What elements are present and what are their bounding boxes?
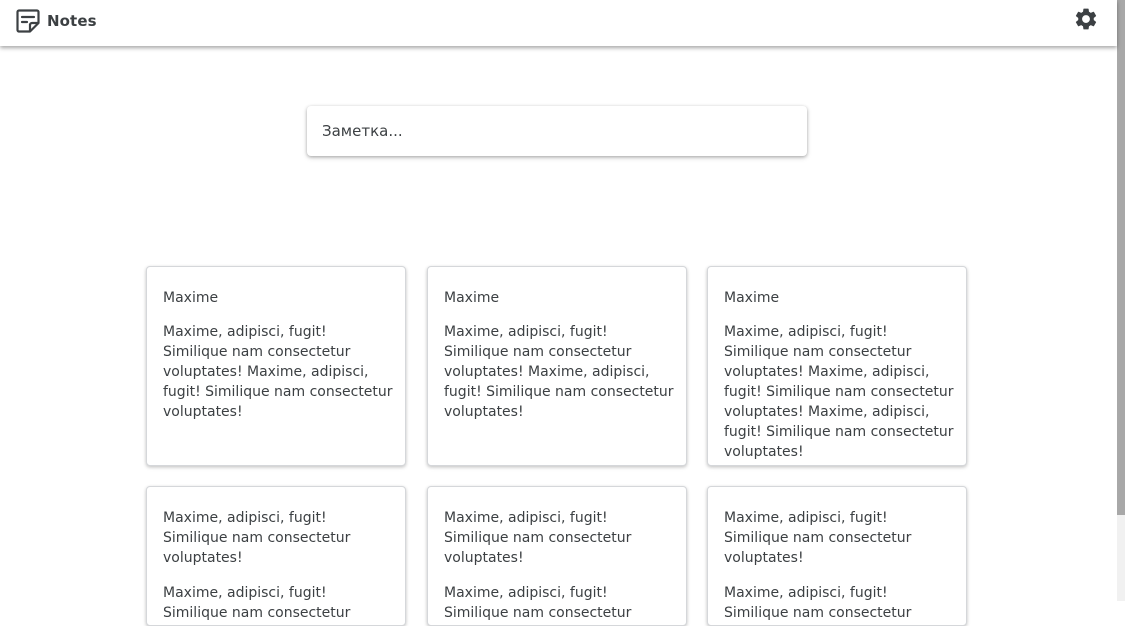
note-title: Maxime — [163, 290, 219, 306]
note-icon — [16, 9, 40, 33]
note-text: Maxime, adipisci, fugit! Similique nam c… — [724, 510, 912, 566]
settings-button[interactable] — [1073, 6, 1099, 32]
note-text: Maxime, adipisci, fugit! Similique nam c… — [444, 585, 632, 621]
page-scrollbar[interactable] — [1117, 0, 1125, 601]
note-title: Maxime — [444, 290, 500, 306]
note-composer — [307, 106, 807, 156]
note-input[interactable] — [307, 106, 807, 156]
note-text: Maxime, adipisci, fugit! Similique nam c… — [444, 510, 632, 566]
note-card[interactable]: Maxime Maxime, adipisci, fugit! Similiqu… — [146, 266, 406, 466]
brand[interactable]: Notes — [15, 8, 97, 34]
note-text: Maxime, adipisci, fugit! Similique nam c… — [444, 324, 674, 420]
note-text: Maxime, adipisci, fugit! Similique nam c… — [163, 585, 351, 621]
note-text: Maxime, adipisci, fugit! Similique nam c… — [724, 585, 912, 621]
note-card[interactable]: Maxime, adipisci, fugit! Similique nam c… — [146, 486, 406, 626]
gear-icon — [1075, 8, 1097, 30]
app-header: Notes — [0, 0, 1117, 46]
note-text: Maxime, adipisci, fugit! Similique nam c… — [724, 324, 954, 460]
note-text: Maxime, adipisci, fugit! Similique nam c… — [163, 510, 351, 566]
note-title: Maxime — [724, 290, 780, 306]
scrollbar-thumb[interactable] — [1117, 0, 1125, 515]
note-card[interactable]: Maxime Maxime, adipisci, fugit! Similiqu… — [707, 266, 967, 466]
note-card[interactable]: Maxime, adipisci, fugit! Similique nam c… — [427, 486, 687, 626]
app-title: Notes — [47, 12, 97, 30]
note-card[interactable]: Maxime Maxime, adipisci, fugit! Similiqu… — [427, 266, 687, 466]
note-card[interactable]: Maxime, adipisci, fugit! Similique nam c… — [707, 486, 967, 626]
note-text: Maxime, adipisci, fugit! Similique nam c… — [163, 324, 393, 420]
